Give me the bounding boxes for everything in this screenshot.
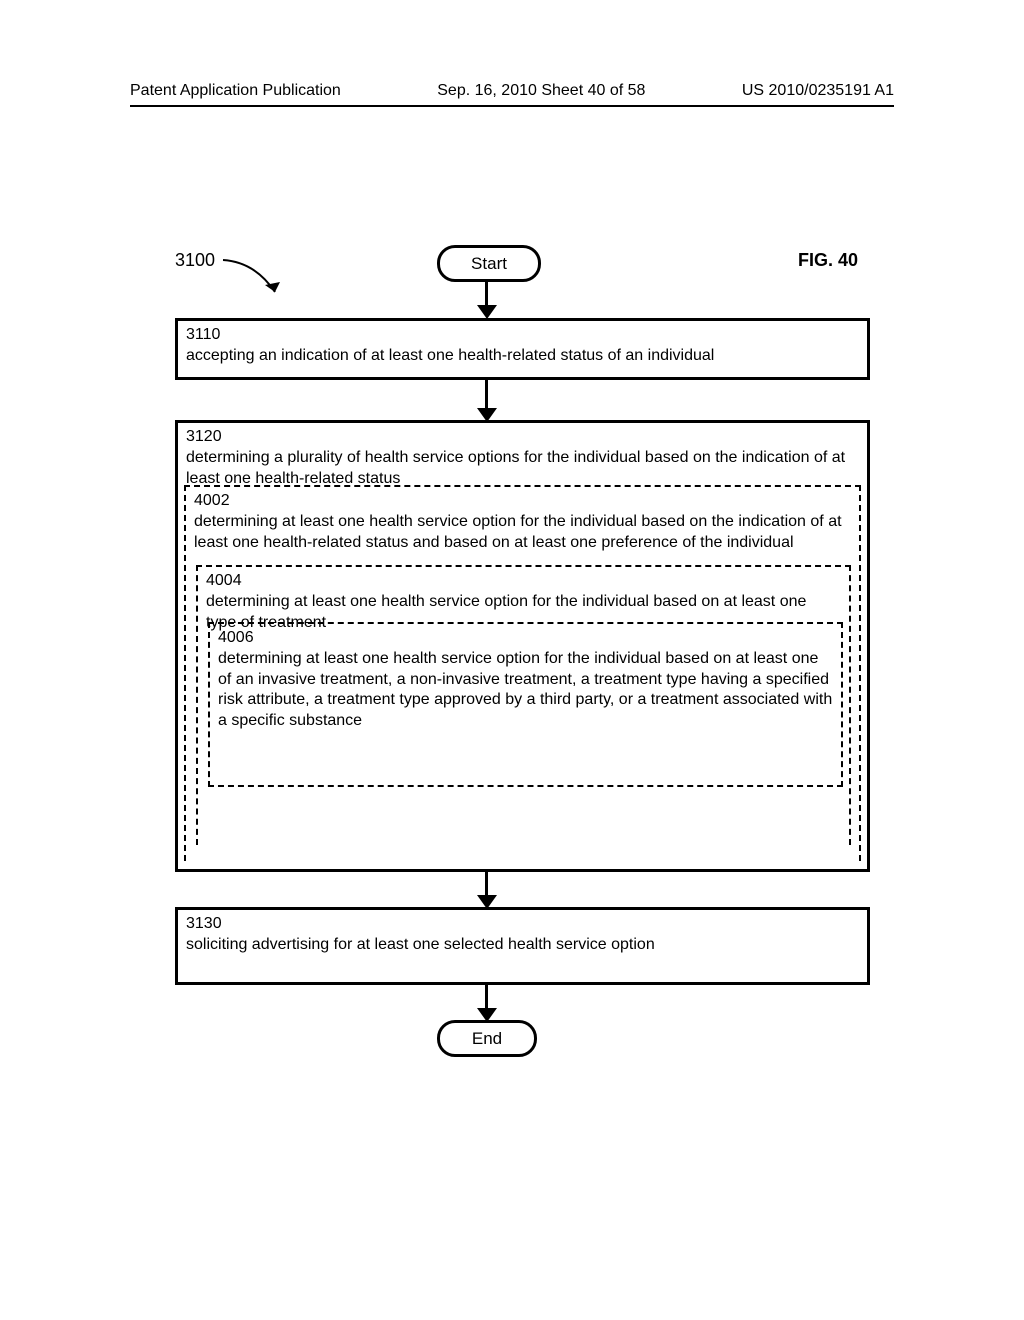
step-text: accepting an indication of at least one …	[186, 347, 714, 364]
start-terminator: Start	[437, 245, 541, 282]
step-number: 3110	[186, 325, 859, 346]
step-text: determining at least one health service …	[194, 513, 842, 551]
step-number: 4006	[218, 628, 833, 649]
step-text: soliciting advertising for at least one …	[186, 936, 655, 953]
end-terminator: End	[437, 1020, 537, 1057]
substep-4002: 4002 determining at least one health ser…	[184, 485, 861, 861]
header-center: Sep. 16, 2010 Sheet 40 of 58	[437, 82, 645, 100]
step-3110: 3110 accepting an indication of at least…	[175, 318, 870, 380]
end-label: End	[472, 1029, 502, 1049]
step-text: determining a plurality of health servic…	[186, 449, 845, 487]
step-number: 3120	[186, 427, 859, 448]
step-number: 4004	[206, 571, 841, 592]
figure-label: FIG. 40	[798, 250, 858, 271]
substep-4004: 4004 determining at least one health ser…	[196, 565, 851, 845]
start-label: Start	[471, 254, 507, 274]
header-divider	[130, 105, 894, 107]
step-number: 4002	[194, 491, 851, 512]
step-number: 3130	[186, 914, 859, 935]
substep-4006: 4006 determining at least one health ser…	[208, 622, 843, 787]
header-left: Patent Application Publication	[130, 82, 341, 100]
header-right: US 2010/0235191 A1	[742, 82, 894, 100]
step-3120: 3120 determining a plurality of health s…	[175, 420, 870, 872]
step-text: determining at least one health service …	[218, 650, 832, 729]
reference-arrow-icon	[175, 250, 295, 320]
step-3130: 3130 soliciting advertising for at least…	[175, 907, 870, 985]
arrowhead-icon	[477, 305, 497, 319]
